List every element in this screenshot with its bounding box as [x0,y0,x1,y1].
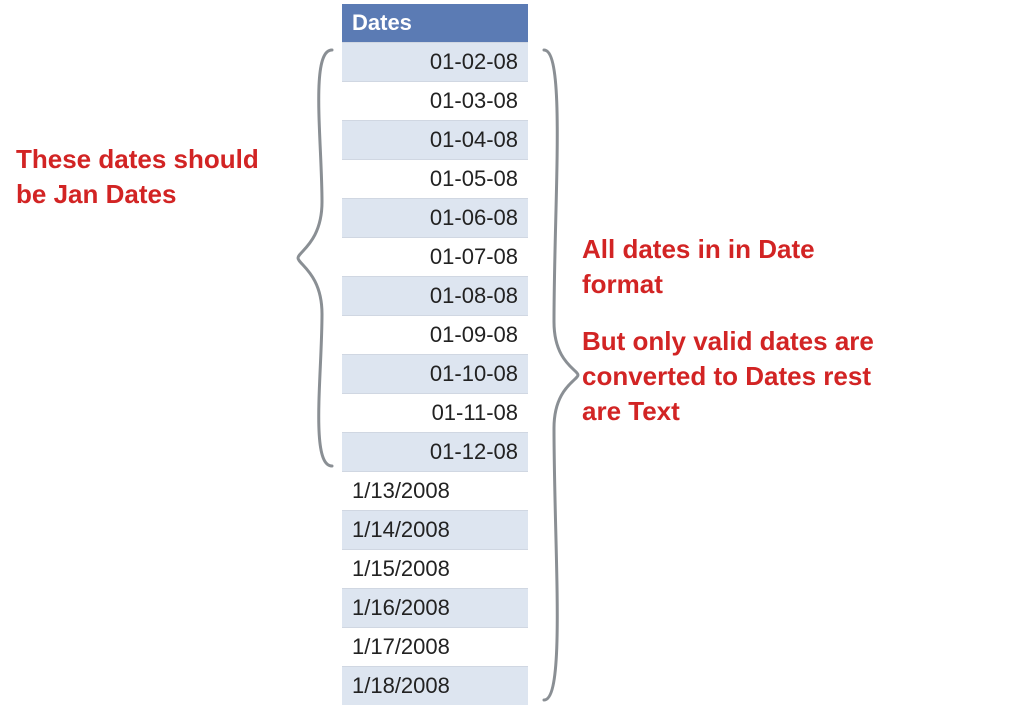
date-cell: 01-10-08 [342,355,528,394]
callout-line: But only valid dates are [582,326,874,356]
table-row: 01-12-08 [342,433,528,472]
table-row: 1/18/2008 [342,667,528,706]
callout-line: All dates in in Date [582,234,815,264]
date-cell: 01-12-08 [342,433,528,472]
table-row: 1/14/2008 [342,511,528,550]
table-row: 01-08-08 [342,277,528,316]
diagram-stage: Dates 01-02-08 01-03-08 01-04-08 01-05-0… [0,0,1024,707]
date-cell: 01-05-08 [342,160,528,199]
left-brace-icon [292,42,342,474]
date-cell: 01-08-08 [342,277,528,316]
table-header-row: Dates [342,4,528,43]
date-cell: 1/14/2008 [342,511,528,550]
date-cell: 1/18/2008 [342,667,528,706]
callout-line: format [582,269,663,299]
table-row: 01-03-08 [342,82,528,121]
right-brace-icon [530,42,584,707]
date-cell: 1/17/2008 [342,628,528,667]
callout-line: converted to Dates rest [582,361,871,391]
callout-line: are Text [582,396,680,426]
date-cell: 1/16/2008 [342,589,528,628]
table-row: 01-02-08 [342,43,528,82]
date-cell: 01-06-08 [342,199,528,238]
table-row: 01-04-08 [342,121,528,160]
date-cell: 1/15/2008 [342,550,528,589]
date-cell: 1/13/2008 [342,472,528,511]
left-callout-text: These dates should be Jan Dates [16,142,296,212]
date-cell: 01-09-08 [342,316,528,355]
table-row: 1/15/2008 [342,550,528,589]
table-row: 01-06-08 [342,199,528,238]
dates-table: Dates 01-02-08 01-03-08 01-04-08 01-05-0… [342,4,528,705]
callout-line: These dates should [16,144,259,174]
table-row: 1/16/2008 [342,589,528,628]
table-row: 01-07-08 [342,238,528,277]
right-callout-text: All dates in in Date format But only val… [582,232,982,429]
table-row: 01-09-08 [342,316,528,355]
callout-line: be Jan Dates [16,179,176,209]
table-row: 1/17/2008 [342,628,528,667]
column-header-dates: Dates [342,4,528,43]
table-row: 01-11-08 [342,394,528,433]
date-cell: 01-03-08 [342,82,528,121]
date-cell: 01-02-08 [342,43,528,82]
date-cell: 01-04-08 [342,121,528,160]
table-row: 01-05-08 [342,160,528,199]
table-row: 1/13/2008 [342,472,528,511]
date-cell: 01-07-08 [342,238,528,277]
date-cell: 01-11-08 [342,394,528,433]
table-row: 01-10-08 [342,355,528,394]
